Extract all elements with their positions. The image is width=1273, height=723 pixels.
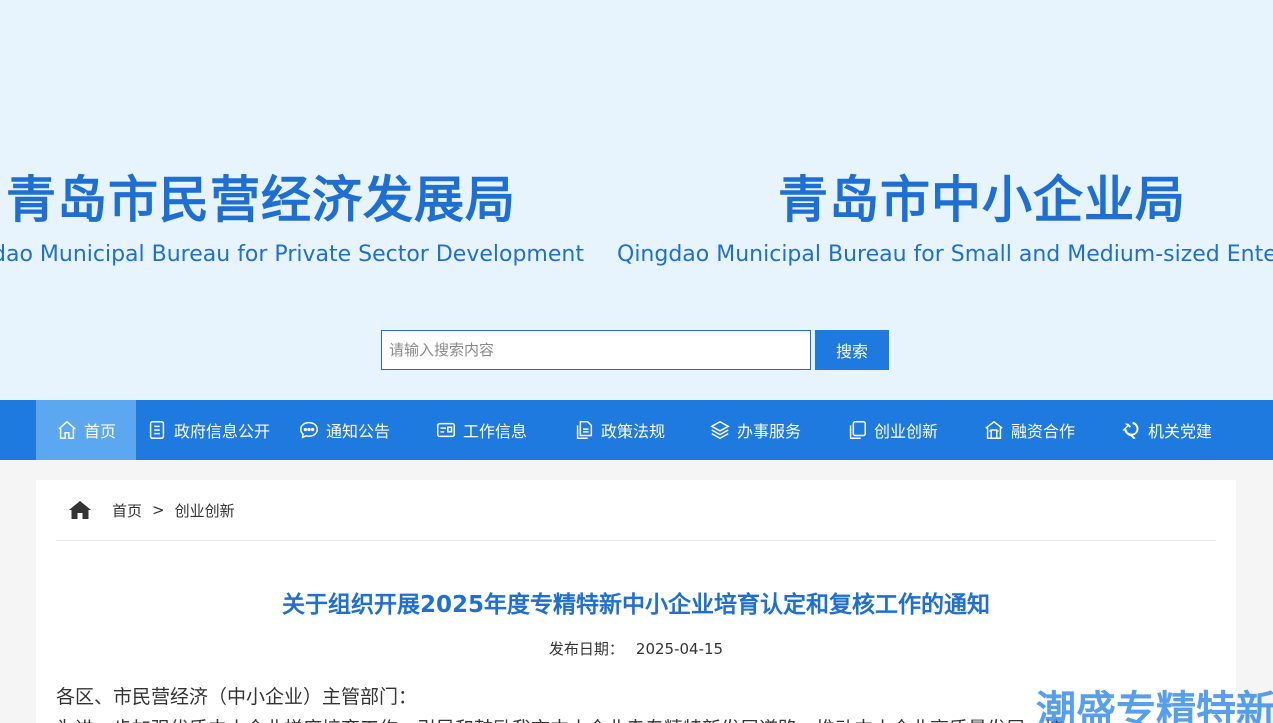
search-button[interactable]: 搜索 — [815, 330, 889, 370]
org2-chinese-name: 青岛市中小企业局 — [778, 171, 1186, 229]
nav-item-label: 首页 — [83, 422, 116, 441]
org1-english-name: dao Municipal Bureau for Private Sector … — [0, 242, 584, 267]
nav-item-policy[interactable]: 政策法规 — [573, 400, 665, 460]
files-icon — [576, 421, 593, 439]
nav-item-label: 政府信息公开 — [174, 422, 271, 441]
publish-date: 2025-04-15 — [635, 640, 724, 658]
search-input[interactable] — [381, 330, 811, 370]
nav-item-label: 融资合作 — [1011, 422, 1076, 441]
nav-item-label: 机关党建 — [1148, 422, 1213, 441]
article-first-line: 为进一步加强优质中小企业梯度培育工作，引导和鼓励我市中小企业走专精特新发展道路，… — [56, 714, 1063, 723]
copy-icon — [849, 421, 866, 439]
home-icon — [58, 420, 76, 439]
breadcrumb-current-link[interactable]: 创业创新 — [175, 500, 235, 521]
article-title: 关于组织开展2025年度专精特新中小企业培育认定和复核工作的通知 — [281, 592, 990, 618]
breadcrumb: 首页 > 创业创新 — [56, 480, 1216, 541]
nav-item-services[interactable]: 办事服务 — [709, 400, 801, 460]
home-icon[interactable] — [68, 500, 92, 520]
publish-label: 发布日期： — [548, 640, 624, 658]
nav-item-financing[interactable]: 融资合作 — [983, 400, 1075, 460]
org2-english-name: Qingdao Municipal Bureau for Small and M… — [617, 242, 1273, 267]
nav-item-label: 政策法规 — [601, 422, 666, 441]
watermark-text: 潮盛专精特新 — [1036, 688, 1273, 723]
header-banner: 青岛市民营经济发展局 dao Municipal Bureau for Priv… — [0, 0, 1273, 400]
publish-info: 发布日期： 2025-04-15 — [36, 638, 1236, 659]
nav-item-label: 工作信息 — [463, 422, 528, 441]
breadcrumb-home-link[interactable]: 首页 — [112, 500, 142, 521]
layers-icon — [710, 420, 730, 440]
nav-item-work-info[interactable]: 工作信息 — [435, 400, 527, 460]
chat-bubble-icon — [300, 421, 318, 439]
article-salutation: 各区、市民营经济（中小企业）主管部门： — [56, 686, 418, 708]
document-list-icon — [149, 421, 165, 439]
party-emblem-icon — [1122, 421, 1139, 440]
nav-item-notices[interactable]: 通知公告 — [298, 400, 390, 460]
id-card-icon — [437, 422, 455, 438]
nav-item-label: 创业创新 — [874, 422, 939, 441]
main-nav: 首页 政府信息公开 通知公告 工作信息 政策法规 办事服务 创业创新 融资合作 … — [0, 400, 1273, 460]
nav-item-gov-info[interactable]: 政府信息公开 — [146, 400, 270, 460]
nav-item-label: 通知公告 — [326, 422, 391, 441]
breadcrumb-separator: > — [152, 501, 165, 519]
building-icon — [985, 420, 1003, 439]
org1-chinese-name: 青岛市民营经济发展局 — [6, 171, 516, 229]
nav-item-party[interactable]: 机关党建 — [1120, 400, 1212, 460]
nav-item-innovation[interactable]: 创业创新 — [846, 400, 938, 460]
nav-item-label: 办事服务 — [737, 422, 802, 441]
nav-item-home[interactable]: 首页 — [36, 400, 136, 460]
